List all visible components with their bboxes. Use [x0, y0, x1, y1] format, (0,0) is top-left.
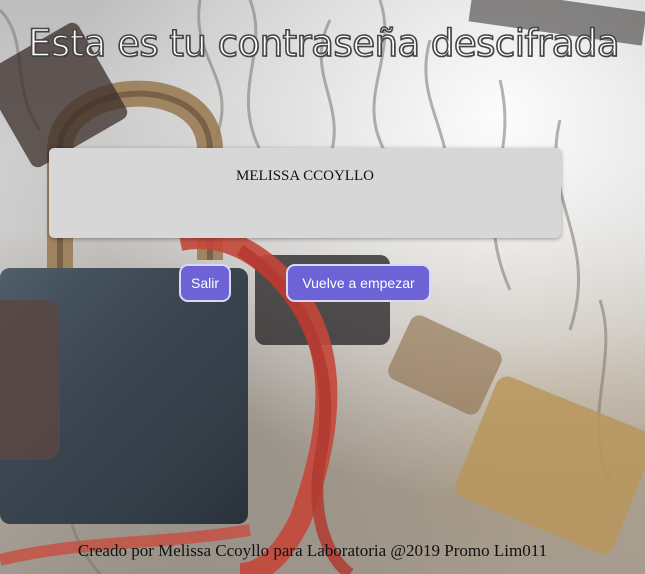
decrypted-password-text: MELISSA CCOYLLO [236, 168, 374, 184]
decrypted-password-panel: MELISSA CCOYLLO [49, 148, 561, 238]
exit-button[interactable]: Salir [179, 264, 231, 302]
restart-button[interactable]: Vuelve a empezar [286, 264, 431, 302]
page-title: Esta es tu contraseña descifrada [27, 21, 620, 66]
footer-credits: Creado por Melissa Ccoyllo para Laborato… [77, 541, 548, 560]
